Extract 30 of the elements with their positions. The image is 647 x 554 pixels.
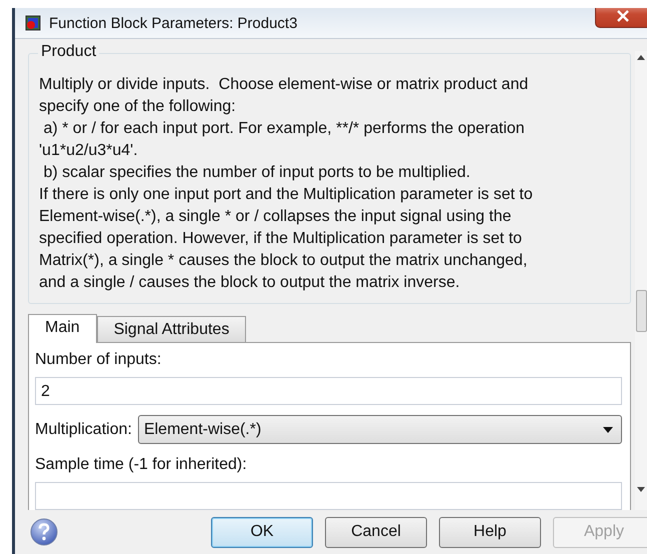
description-line: b) scalar specifies the number of input ports to be multiplied. (42, 163, 472, 183)
dropdown[interactable]: Element-wise(.*) (138, 415, 622, 444)
field-label: Number of inputs: (35, 351, 162, 369)
description-line: and a single / causes the block to output the matrix inverse. (39, 273, 461, 293)
dialog-button[interactable]: Cancel (325, 516, 427, 548)
up-arrow-icon[interactable] (637, 55, 645, 60)
description-line: If there is only one input port and the Multiplication parameter is set to (39, 185, 534, 205)
description-line: specify one of the following: (39, 97, 237, 117)
close-icon (616, 10, 630, 22)
field-label: Multiplication: (35, 420, 132, 438)
window-title: Function Block Parameters: Product3 (49, 14, 298, 32)
dialog-button[interactable]: Help (439, 516, 541, 548)
description-line: Element-wise(.*), a single * or / collapses the input signal using the (39, 207, 512, 227)
input-field[interactable]: 2 (35, 377, 622, 405)
caret-icon (603, 426, 613, 432)
description-line: 'u1*u2/u3*u4'. (39, 141, 139, 161)
scrollbar[interactable] (635, 51, 647, 510)
description-line: Matrix(*), a single * causes the block to output the matrix unchanged, (39, 251, 528, 271)
block-icon (25, 15, 41, 31)
tab[interactable]: Main (28, 314, 97, 343)
input-field[interactable] (35, 482, 622, 510)
description-line: specified operation. However, if the Multiplication parameter is set to (39, 229, 523, 249)
description-line: Multiply or divide inputs. Choose element-wise or matrix product and (39, 75, 530, 95)
dialog-button[interactable]: OK (211, 516, 313, 548)
scrollbar-thumb[interactable] (636, 290, 646, 332)
description-line: a) * or / for each input port. For example, **/* performs the operation (42, 119, 526, 139)
down-arrow-icon[interactable] (637, 487, 645, 492)
tab[interactable]: Signal Attributes (96, 316, 246, 342)
help-icon[interactable] (29, 517, 59, 547)
field-label: Sample time (-1 for inherited): (35, 456, 248, 474)
